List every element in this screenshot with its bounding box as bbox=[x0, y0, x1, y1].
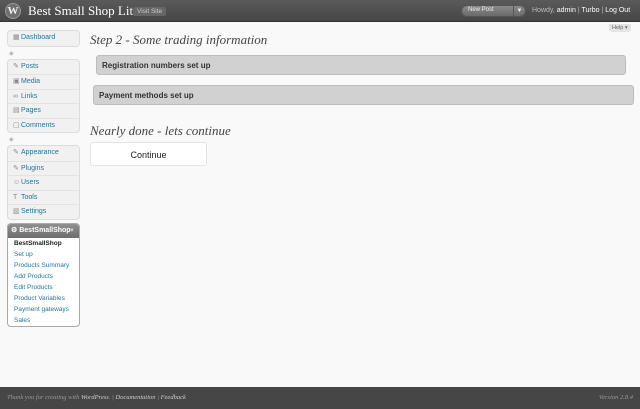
submenu-item-add-products[interactable]: Add Products bbox=[8, 271, 79, 282]
registration-numbers-section[interactable]: Registration numbers set up bbox=[96, 55, 626, 75]
menu-item-label: Posts bbox=[21, 62, 39, 70]
comments-icon: ▢ bbox=[13, 121, 20, 129]
media-icon: ▣ bbox=[13, 78, 20, 85]
documentation-link[interactable]: Documentation bbox=[115, 394, 155, 401]
favorite-actions-dropdown[interactable]: New Post ▼ bbox=[461, 5, 526, 17]
submenu-item-product-variables[interactable]: Product Variables bbox=[8, 293, 79, 304]
username-link[interactable]: admin bbox=[557, 7, 576, 14]
help-button[interactable]: Help ▾ bbox=[609, 24, 631, 32]
admin-header: W Best Small Shop Lite Visit Site New Po… bbox=[0, 0, 640, 22]
footer-credits: Thank you for creating with WordPress. |… bbox=[7, 394, 186, 401]
settings-icon: ▥ bbox=[13, 208, 20, 215]
menu-item-label: Media bbox=[21, 78, 41, 85]
visit-site-button[interactable]: Visit Site bbox=[133, 7, 167, 16]
menu-item-tools[interactable]: T Tools bbox=[8, 189, 79, 205]
bestsmallshop-menu: ⚙ BestSmallShop ▼ BestSmallShop Set up Pro… bbox=[7, 222, 80, 327]
admin-menu: ▦Dashboard ◆ ✎ Posts ▣Media ∞ Links ▤Pages ▢Co… bbox=[7, 30, 80, 327]
chevron-down-icon[interactable]: ▼ bbox=[69, 224, 75, 238]
menu-item-label: Links bbox=[21, 92, 38, 100]
plugins-icon: ✎ bbox=[13, 164, 19, 172]
menu-item-label: Comments bbox=[21, 121, 55, 129]
dashboard-icon: ▦ bbox=[13, 34, 20, 41]
turbo-link[interactable]: Turbo bbox=[581, 7, 599, 14]
admin-footer: Thank you for creating with WordPress. |… bbox=[0, 387, 640, 409]
content-menu-group: ✎ Posts ▣Media ∞ Links ▤Pages ▢Comments bbox=[7, 58, 80, 133]
chevron-down-icon[interactable]: ▼ bbox=[513, 6, 525, 16]
menu-item-label: Tools bbox=[21, 193, 38, 201]
submenu-item-sales[interactable]: Sales bbox=[8, 315, 79, 326]
continue-button[interactable]: Continue bbox=[90, 142, 207, 166]
feedback-link[interactable]: Feedback bbox=[161, 394, 186, 401]
submenu-item-edit-products[interactable]: Edit Products bbox=[8, 282, 79, 293]
appearance-icon: ✎ bbox=[13, 149, 19, 156]
new-post-label[interactable]: New Post bbox=[468, 7, 494, 13]
menu-item-links[interactable]: ∞ Links bbox=[8, 88, 79, 104]
menu-item-pages[interactable]: ▤Pages bbox=[8, 103, 79, 118]
menu-item-appearance[interactable]: ✎ Appearance bbox=[8, 146, 79, 161]
bestsmallshop-menu-header[interactable]: ⚙ BestSmallShop ▼ bbox=[8, 223, 79, 238]
payment-methods-section[interactable]: Payment methods set up bbox=[93, 85, 634, 105]
howdy-text: Howdy, bbox=[532, 7, 555, 14]
menu-item-label: Plugins bbox=[21, 164, 44, 172]
links-icon: ∞ bbox=[13, 92, 18, 100]
menu-separator: ◆ bbox=[9, 50, 14, 57]
menu-item-label: Users bbox=[21, 179, 40, 186]
nearly-done-heading: Nearly done - lets continue bbox=[90, 123, 231, 138]
user-info: Howdy, admin | Turbo | Log Out bbox=[532, 7, 631, 14]
version-text: Version 2.8.4 bbox=[598, 394, 633, 401]
step-heading: Step 2 - Some trading information bbox=[90, 32, 268, 47]
bestsmallshop-submenu: BestSmallShop Set up Products Summary Add P… bbox=[8, 238, 79, 326]
submenu-item-bestsmallshop[interactable]: BestSmallShop bbox=[8, 238, 79, 249]
menu-item-label: Settings bbox=[21, 208, 47, 215]
submenu-item-set-up[interactable]: Set up bbox=[8, 249, 79, 260]
menu-item-dashboard[interactable]: ▦Dashboard bbox=[8, 31, 79, 46]
submenu-item-products-summary[interactable]: Products Summary bbox=[8, 260, 79, 271]
menu-item-label: Pages bbox=[21, 107, 41, 114]
menu-separator: ◆ bbox=[9, 137, 14, 143]
site-title[interactable]: Best Small Shop Lite bbox=[28, 3, 139, 19]
gear-icon: ⚙ bbox=[11, 226, 18, 234]
menu-item-users[interactable]: ☺Users bbox=[8, 175, 79, 190]
wordpress-logo-icon: W bbox=[5, 3, 21, 19]
tools-icon: T bbox=[13, 193, 18, 201]
submenu-item-payment-gateways[interactable]: Payment gateways bbox=[8, 304, 79, 315]
wordpress-link[interactable]: WordPress bbox=[81, 394, 109, 401]
users-icon: ☺ bbox=[13, 179, 21, 186]
pin-icon: ✎ bbox=[13, 62, 19, 70]
menu-item-comments[interactable]: ▢Comments bbox=[8, 117, 79, 133]
menu-item-settings[interactable]: ▥Settings bbox=[8, 204, 79, 219]
menu-item-plugins[interactable]: ✎ Plugins bbox=[8, 160, 79, 176]
menu-item-posts[interactable]: ✎ Posts bbox=[8, 60, 79, 75]
logout-link[interactable]: Log Out bbox=[605, 7, 630, 14]
menu-item-label: Appearance bbox=[21, 149, 59, 156]
settings-menu-group: ✎ Appearance ✎ Plugins ☺Users T Tools ▥Settings bbox=[7, 145, 80, 220]
menu-item-media[interactable]: ▣Media bbox=[8, 74, 79, 89]
dashboard-group: ▦Dashboard bbox=[7, 30, 80, 47]
pages-icon: ▤ bbox=[13, 107, 20, 114]
